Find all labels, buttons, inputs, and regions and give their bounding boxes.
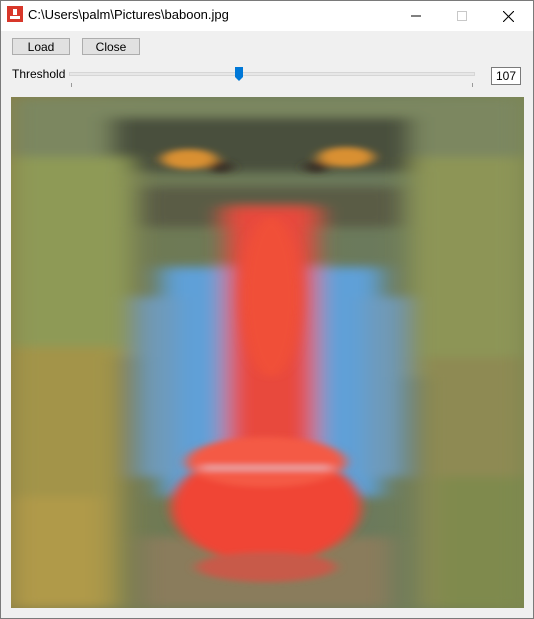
baboon-image [11, 97, 524, 608]
threshold-label: Threshold [12, 67, 66, 81]
app-window: C:\Users\palm\Pictures\baboon.jpg Load C… [0, 0, 534, 619]
window-title: C:\Users\palm\Pictures\baboon.jpg [28, 7, 229, 22]
app-icon [7, 6, 23, 22]
slider-tick-start [71, 83, 72, 87]
close-icon [502, 10, 514, 22]
minimize-button[interactable] [393, 1, 439, 31]
close-window-button[interactable] [485, 1, 531, 31]
threshold-value[interactable]: 107 [491, 67, 521, 85]
threshold-slider-thumb[interactable] [235, 67, 244, 81]
maximize-button[interactable] [439, 1, 485, 31]
close-button[interactable]: Close [82, 38, 140, 55]
image-display [11, 97, 524, 608]
load-button[interactable]: Load [12, 38, 70, 55]
title-bar[interactable]: C:\Users\palm\Pictures\baboon.jpg [1, 1, 533, 31]
slider-tick-end [472, 83, 473, 87]
minimize-icon [411, 15, 421, 17]
threshold-slider-track[interactable] [69, 72, 475, 76]
maximize-icon [457, 11, 467, 21]
